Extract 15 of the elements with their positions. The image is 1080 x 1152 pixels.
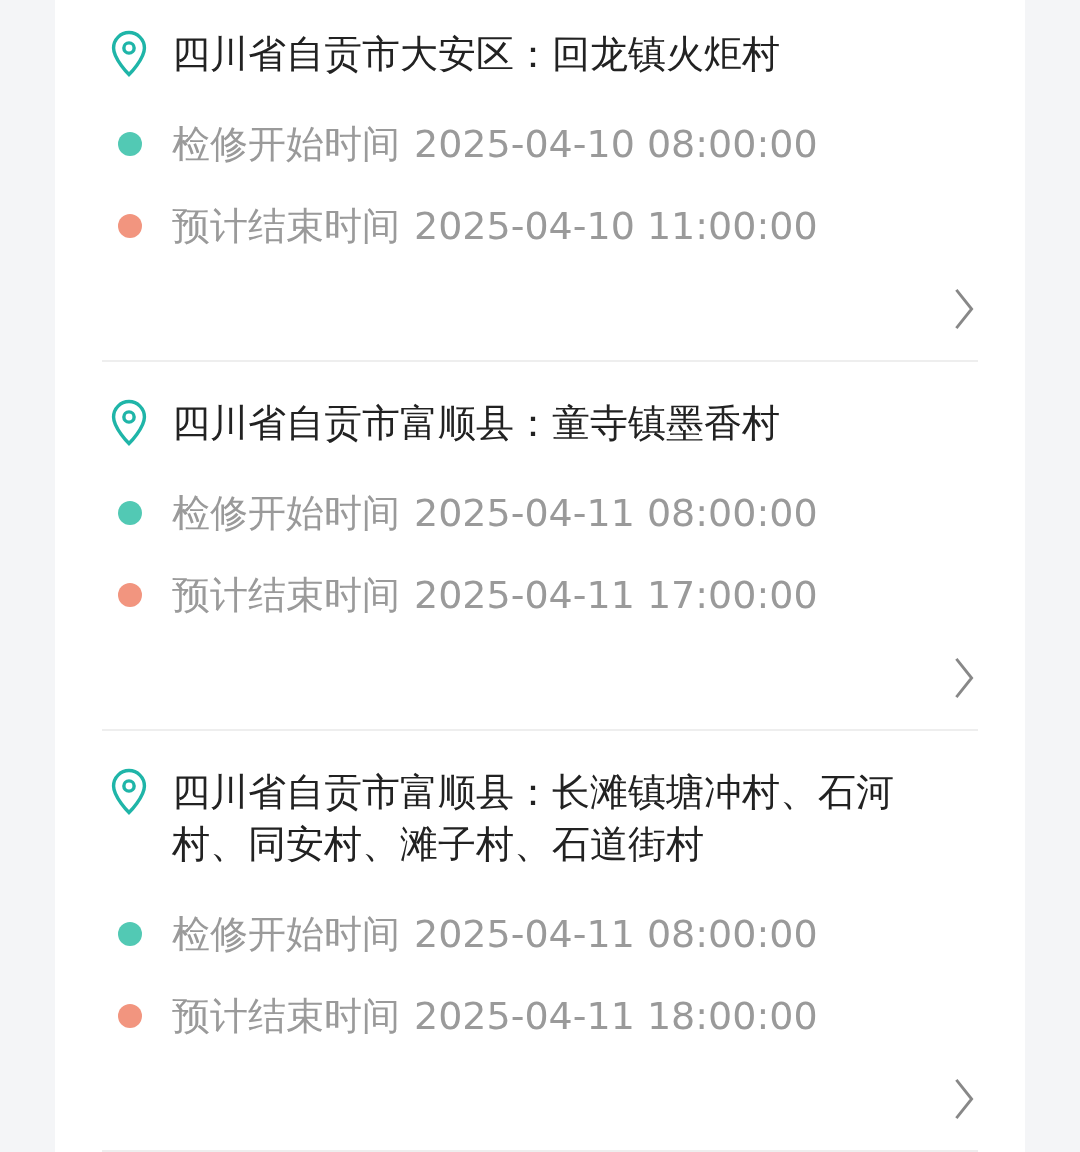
location-title: 四川省自贡市富顺县：长滩镇塘冲村、石河村、同安村、滩子村、石道街村 — [172, 769, 895, 868]
time-value: 2025-04-11 18:00:00 — [414, 992, 818, 1040]
location-title: 四川省自贡市大安区：回龙镇火炬村 — [172, 31, 781, 78]
time-label: 预计结束时间 — [172, 571, 400, 619]
time-value: 2025-04-11 17:00:00 — [414, 571, 818, 619]
time-label: 检修开始时间 — [172, 910, 400, 958]
time-value: 2025-04-11 08:00:00 — [414, 910, 818, 958]
time-label: 检修开始时间 — [172, 489, 400, 537]
time-value: 2025-04-10 08:00:00 — [414, 120, 818, 168]
time-value: 2025-04-10 11:00:00 — [414, 202, 818, 250]
time-value: 2025-04-11 08:00:00 — [414, 489, 818, 537]
time-label: 预计结束时间 — [172, 202, 400, 250]
location-title: 四川省自贡市富顺县：童寺镇墨香村 — [172, 400, 781, 447]
time-label: 检修开始时间 — [172, 120, 400, 168]
time-label: 预计结束时间 — [172, 992, 400, 1040]
